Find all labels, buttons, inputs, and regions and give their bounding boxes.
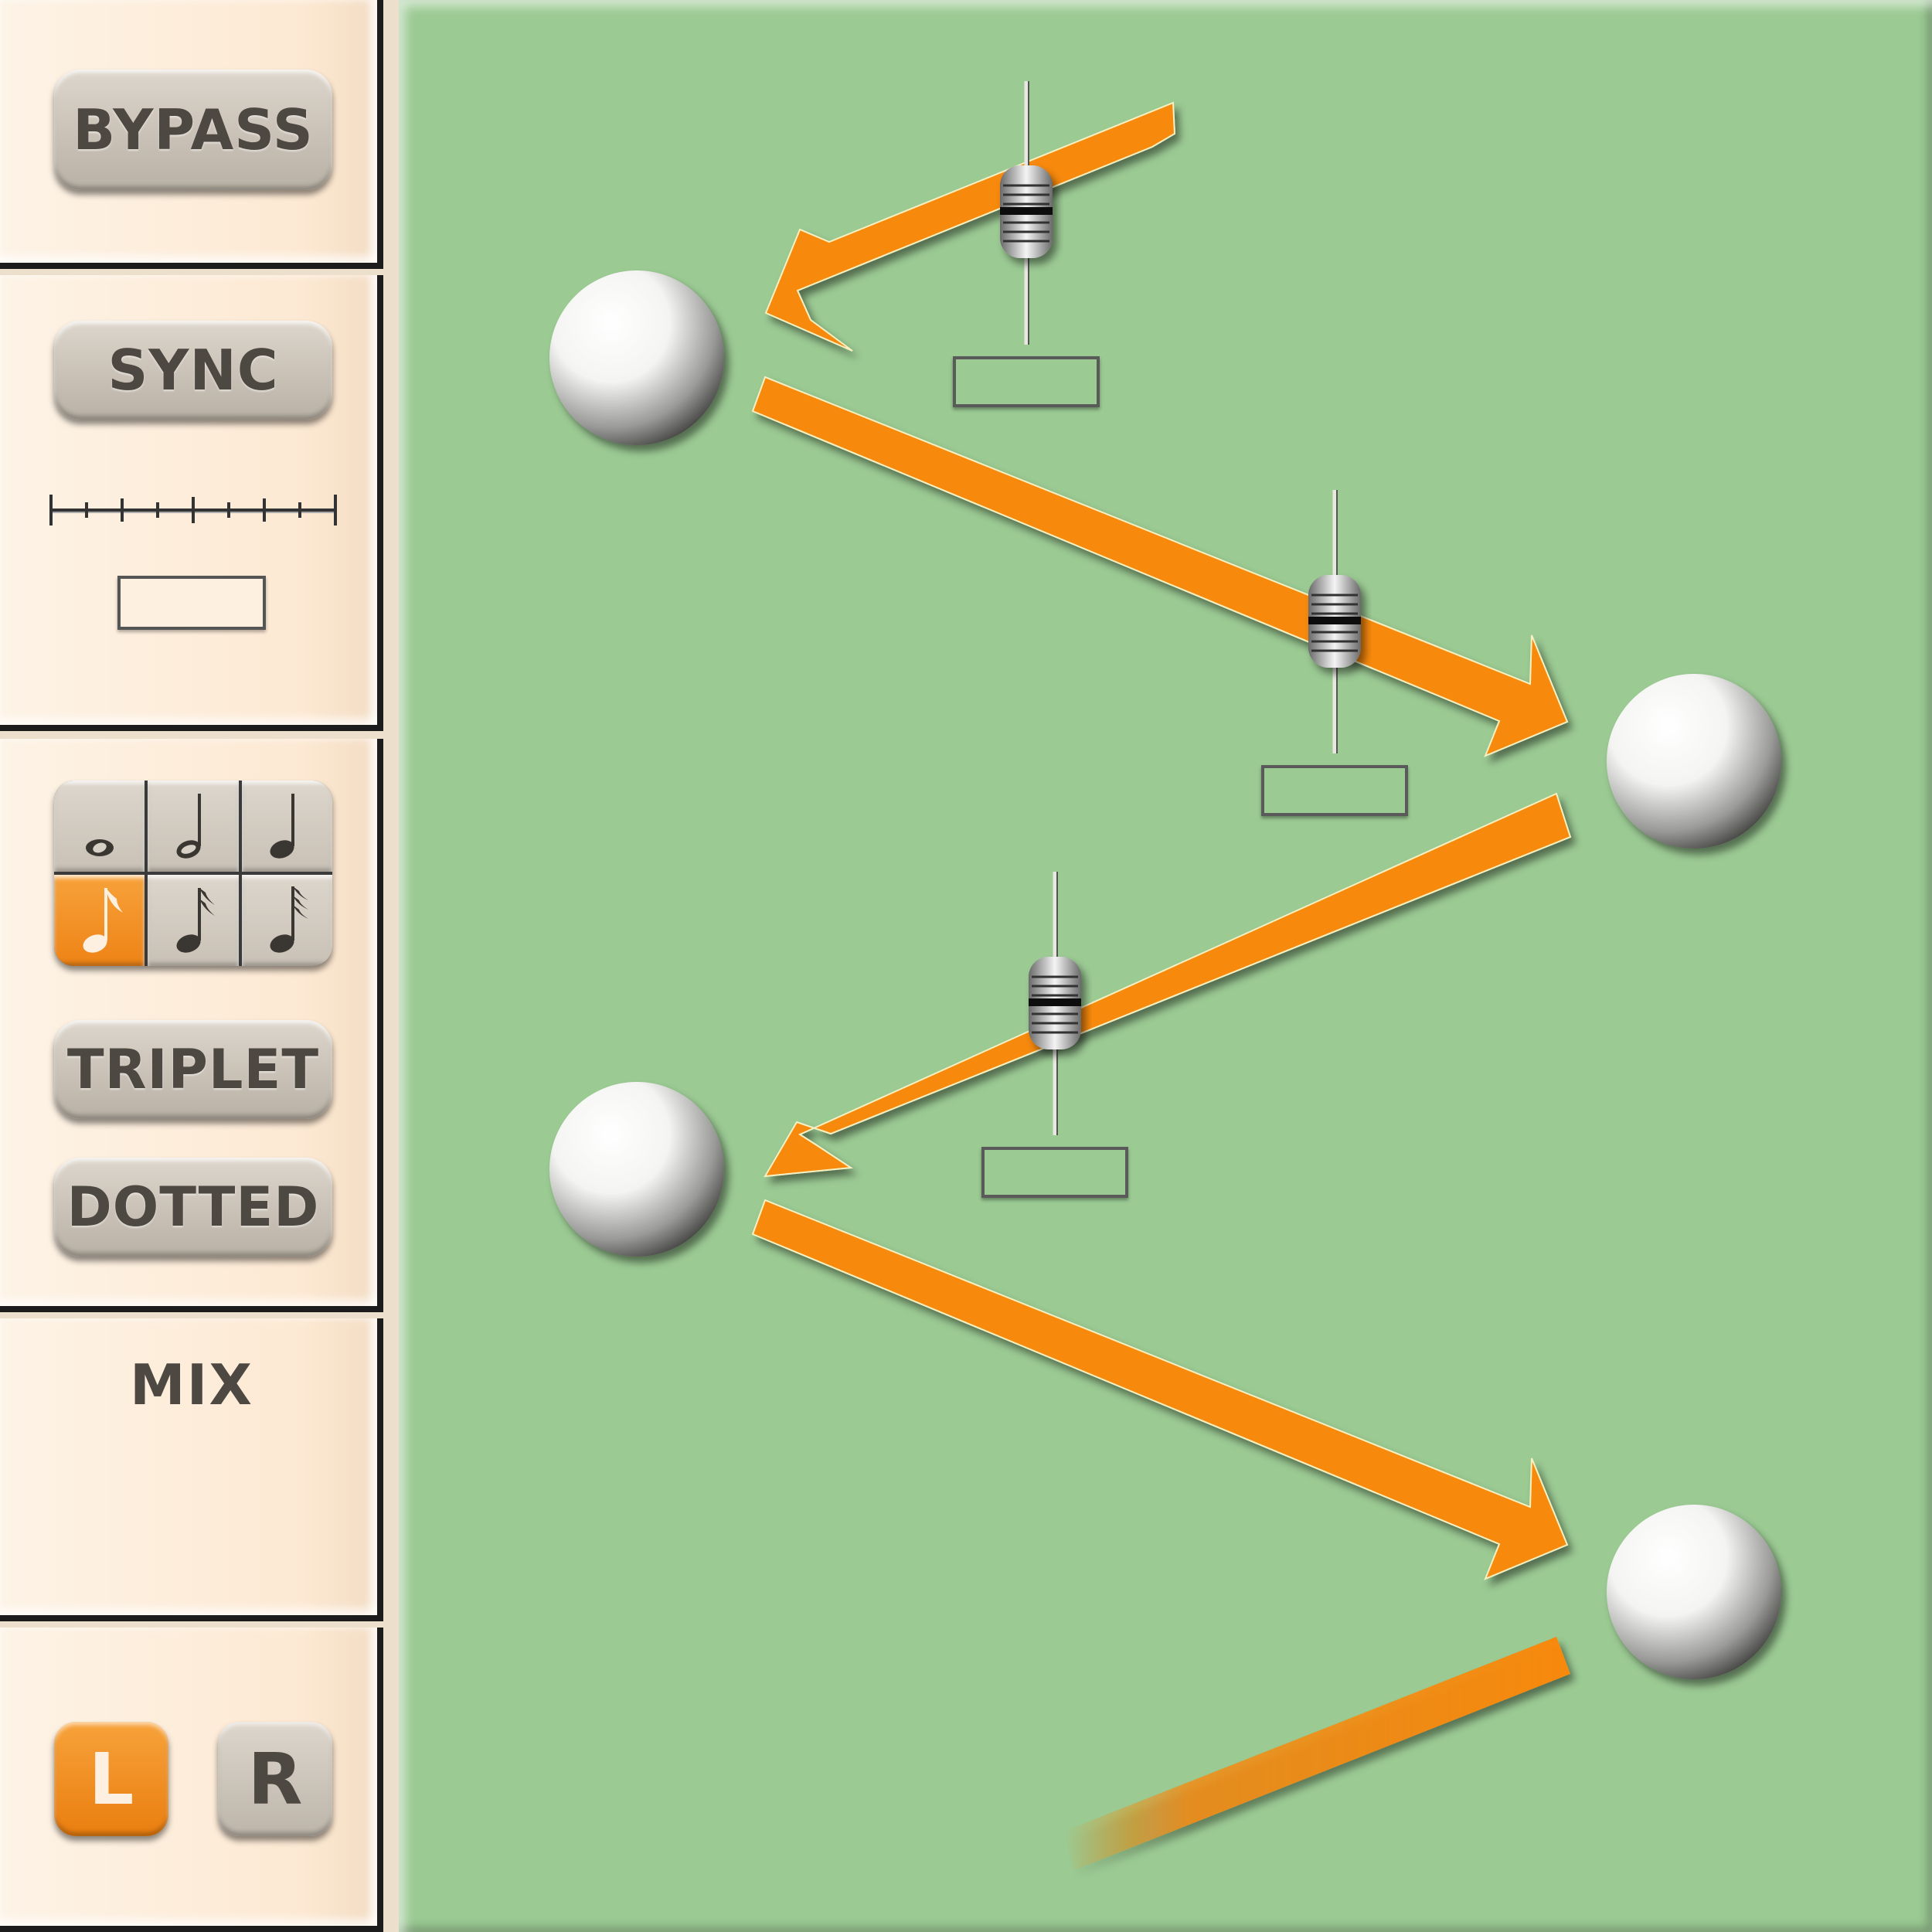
sync-slider[interactable] xyxy=(48,491,338,529)
delay-path-svg xyxy=(549,81,1781,1870)
sixteenth-note-button[interactable] xyxy=(148,875,239,966)
eighth-note-button[interactable] xyxy=(54,875,145,966)
half-note-icon xyxy=(176,794,201,859)
triplet-button[interactable]: TRIPLET xyxy=(54,1020,332,1119)
thirty-second-note-icon xyxy=(270,886,309,953)
slider-3[interactable] xyxy=(1029,872,1081,1135)
delay-node-2[interactable] xyxy=(1607,674,1781,849)
slider-1[interactable] xyxy=(1000,81,1053,345)
slider-1-value-field[interactable] xyxy=(953,356,1100,407)
whole-note-button[interactable] xyxy=(54,781,145,872)
path-arrow-3 xyxy=(764,792,1572,1178)
delay-path-canvas xyxy=(399,0,1932,1932)
whole-note-icon xyxy=(85,839,114,856)
right-channel-button[interactable]: R xyxy=(218,1722,332,1836)
delay-node-3[interactable] xyxy=(549,1082,724,1257)
half-note-button[interactable] xyxy=(148,781,239,872)
bypass-button[interactable]: BYPASS xyxy=(54,70,332,190)
sync-panel: SYNC xyxy=(0,275,383,731)
slider-2-value-field[interactable] xyxy=(1261,765,1408,816)
sync-button[interactable]: SYNC xyxy=(54,321,332,420)
sidebar: BYPASS SYNC TRIPLET DOTTED MIX L R xyxy=(0,0,386,1932)
channel-panel: L R xyxy=(0,1628,383,1932)
left-channel-button[interactable]: L xyxy=(54,1722,168,1836)
note-panel: TRIPLET DOTTED xyxy=(0,739,383,1312)
path-arrow-1 xyxy=(764,101,1176,352)
sync-value-field[interactable] xyxy=(117,576,266,630)
bypass-panel: BYPASS xyxy=(0,0,383,269)
path-arrow-2 xyxy=(751,376,1569,757)
slider-2[interactable] xyxy=(1308,490,1361,753)
dotted-button[interactable]: DOTTED xyxy=(54,1158,332,1257)
quarter-note-icon xyxy=(270,794,295,859)
eighth-note-icon xyxy=(83,888,123,953)
delay-node-1[interactable] xyxy=(549,270,724,445)
mix-panel: MIX xyxy=(0,1318,383,1621)
path-arrow-5 xyxy=(1063,1637,1570,1870)
delay-node-4[interactable] xyxy=(1607,1505,1781,1679)
slider-3-value-field[interactable] xyxy=(981,1147,1128,1198)
sixteenth-note-icon xyxy=(176,888,215,953)
note-value-grid xyxy=(54,781,332,966)
quarter-note-button[interactable] xyxy=(241,781,332,872)
mix-label: MIX xyxy=(130,1352,253,1417)
path-arrow-4 xyxy=(751,1199,1569,1580)
thirty-second-note-button[interactable] xyxy=(241,875,332,966)
